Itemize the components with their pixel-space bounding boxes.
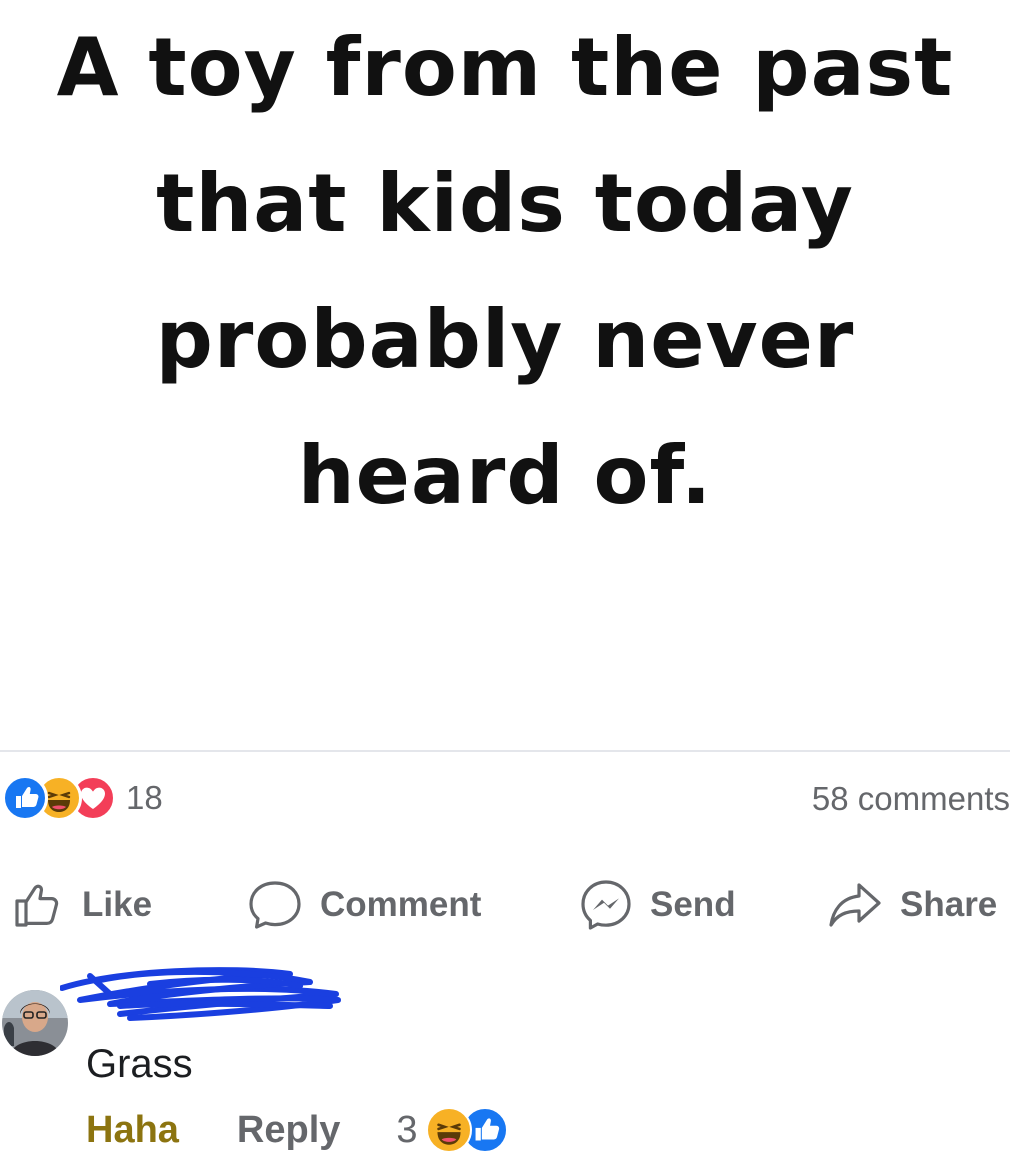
like-icon xyxy=(2,775,48,821)
share-arrow-icon xyxy=(829,883,881,927)
messenger-icon xyxy=(581,880,631,930)
meme-line-4: heard of. xyxy=(297,429,713,522)
reply-button[interactable]: Reply xyxy=(237,1109,340,1152)
comment-reaction-count[interactable]: 3 xyxy=(396,1109,417,1152)
haha-reaction-button[interactable]: Haha xyxy=(86,1109,179,1152)
divider xyxy=(0,750,1010,752)
reaction-icons xyxy=(2,775,116,821)
action-bar: Like Comment Send Share xyxy=(0,872,1010,938)
comment: Grass Haha Reply 3 xyxy=(0,960,1010,1153)
meme-line-3: probably never xyxy=(155,293,855,386)
like-label: Like xyxy=(82,885,153,924)
send-label: Send xyxy=(650,885,736,924)
post-image[interactable]: A toy from the past that kids today prob… xyxy=(0,0,1010,750)
comment-button[interactable]: Comment xyxy=(246,872,481,938)
haha-icon xyxy=(425,1107,472,1153)
redacted-name-scribble xyxy=(60,967,341,1021)
thumbs-up-icon xyxy=(15,884,59,927)
comments-count[interactable]: 58 comments xyxy=(812,778,1010,820)
meme-caption: A toy from the past that kids today prob… xyxy=(0,0,1010,544)
avatar[interactable] xyxy=(2,990,68,1056)
send-button[interactable]: Send xyxy=(578,872,736,938)
reactions-summary[interactable]: 18 xyxy=(2,774,163,822)
comment-label: Comment xyxy=(320,885,482,924)
comment-text: Grass xyxy=(86,1042,193,1086)
share-button[interactable]: Share xyxy=(826,872,997,938)
comment-actions: Haha Reply 3 xyxy=(86,1106,508,1154)
meme-line-2: that kids today xyxy=(156,157,854,250)
like-button[interactable]: Like xyxy=(12,872,152,938)
comment-bubble-icon xyxy=(249,881,301,929)
share-label: Share xyxy=(900,885,998,924)
meme-line-1: A toy from the past xyxy=(56,21,954,114)
reaction-count: 18 xyxy=(126,779,163,816)
comment-reaction-icons[interactable] xyxy=(425,1107,508,1153)
